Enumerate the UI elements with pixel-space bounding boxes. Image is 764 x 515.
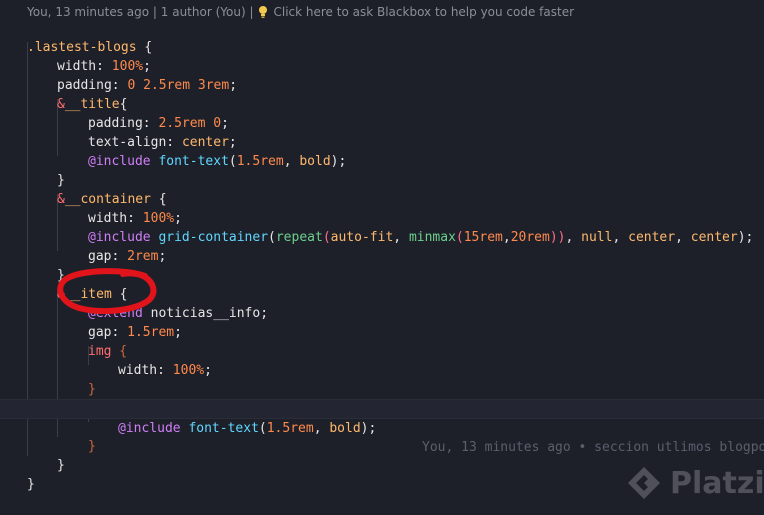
code-line[interactable]: }: [0, 437, 764, 473]
lightbulb-icon: [257, 5, 269, 19]
code-line[interactable]: width: 100%;: [0, 190, 764, 226]
code-line-current[interactable]: @include font-text(1.5rem, bold); You, 1…: [0, 399, 764, 455]
code-line[interactable]: gap: 2rem;: [0, 228, 764, 264]
watermark-text: Platzi: [670, 465, 764, 501]
code-line[interactable]: width: 100%;: [0, 342, 764, 378]
platzi-watermark: Platzi: [626, 465, 764, 501]
code-line[interactable]: width: 100%;: [0, 38, 764, 74]
code-line[interactable]: }: [0, 361, 764, 397]
code-line[interactable]: h2 {: [0, 380, 764, 416]
code-line[interactable]: .lastest-blogs {: [0, 19, 764, 55]
code-line[interactable]: padding: 2.5rem 0;: [0, 95, 764, 131]
code-editor[interactable]: You, 13 minutes ago | 1 author (You) | C…: [0, 0, 764, 515]
code-line[interactable]: }: [0, 418, 764, 454]
code-line[interactable]: img {: [0, 323, 764, 359]
code-line[interactable]: }: [0, 247, 764, 283]
codelens-blackbox-action[interactable]: Click here to ask Blackbox to help you c…: [273, 5, 574, 19]
code-line[interactable]: @extend noticias__info;: [0, 285, 764, 321]
codelens-blame-text[interactable]: You, 13 minutes ago | 1 author (You) |: [27, 5, 253, 19]
code-line[interactable]: &__item {: [0, 266, 764, 302]
code-line[interactable]: text-align: center;: [0, 114, 764, 150]
code-line[interactable]: padding: 0 2.5rem 3rem;: [0, 57, 764, 93]
code-line[interactable]: }: [0, 152, 764, 188]
platzi-logo-icon: [628, 467, 660, 499]
code-line[interactable]: &__container {: [0, 171, 764, 207]
code-line[interactable]: gap: 1.5rem;: [0, 304, 764, 340]
code-line[interactable]: @include grid-container(repeat(auto-fit,…: [0, 209, 764, 245]
code-line[interactable]: &__title{: [0, 76, 764, 112]
code-line[interactable]: @include font-text(1.5rem, bold);: [0, 133, 764, 169]
